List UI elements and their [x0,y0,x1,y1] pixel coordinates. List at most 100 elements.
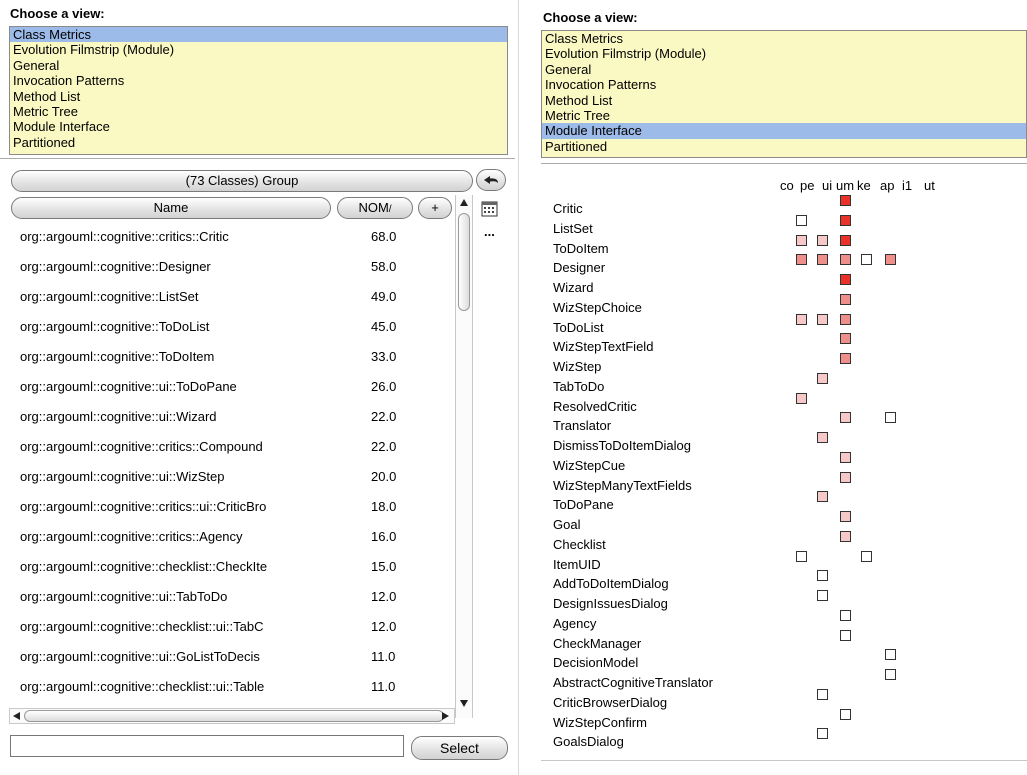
view-option[interactable]: Method List [10,89,507,104]
metric-value-cell: 16.0 [371,529,397,544]
view-option[interactable]: Invocation Patterns [10,73,507,88]
table-row[interactable]: org::argouml::cognitive::ui::Wizard 22.0 [20,402,460,432]
view-option[interactable]: Metric Tree [10,104,507,119]
view-option[interactable]: Partitioned [10,135,507,150]
more-options-icon[interactable]: ... [484,224,495,239]
matrix-row-label: CriticBrowserDialog [553,694,668,710]
metric-value-cell: 12.0 [371,619,397,634]
view-option[interactable]: Method List [542,93,1026,108]
class-name-cell: org::argouml::cognitive::ListSet [20,289,199,304]
class-name-cell: org::argouml::cognitive::ui::Wizard [20,409,217,424]
group-button[interactable]: (73 Classes) Group [11,170,473,192]
matrix-row-label: WizStepTextField [553,339,654,355]
matrix-cell [840,333,851,345]
matrix-row-label: Checklist [553,536,606,552]
table-row[interactable]: org::argouml::cognitive::critics::Agency… [20,522,460,552]
metric-value-cell: 26.0 [371,379,397,394]
view-option[interactable]: General [10,58,507,73]
metric-value-cell: 18.0 [371,499,397,514]
metric-value-cell: 33.0 [371,349,397,364]
left-view-list[interactable]: Class Metrics Evolution Filmstrip (Module… [9,26,508,155]
matrix-cell [817,491,828,503]
table-row[interactable]: org::argouml::cognitive::ui::WizStep 20.0 [20,462,460,492]
horizontal-scroll-thumb[interactable] [24,710,444,722]
matrix-cell [840,234,851,246]
table-row[interactable]: org::argouml::cognitive::checklist::ui::… [20,612,460,642]
right-bottom-line [541,760,1027,761]
table-row[interactable]: org::argouml::cognitive::ToDoItem 33.0 [20,342,460,372]
calendar-icon[interactable] [479,199,501,219]
table-row[interactable]: org::argouml::cognitive::Designer 58.0 [20,252,460,282]
view-option[interactable]: General [542,62,1026,77]
class-name-cell: org::argouml::cognitive::critics::Compou… [20,439,263,454]
matrix-row-label: WizStepChoice [553,299,642,315]
matrix-cell [840,471,851,483]
matrix-cell [840,609,851,621]
matrix-row-label: ToDoItem [553,240,609,256]
view-option[interactable]: Module Interface [10,119,507,134]
class-name-cell: org::argouml::cognitive::critics::Agency [20,529,243,544]
matrix-column-header: ut [924,178,935,193]
class-name-cell: org::argouml::cognitive::ToDoItem [20,349,215,364]
matrix-cell [885,649,896,661]
scroll-left-arrow-icon[interactable] [12,711,22,721]
matrix-column-header: ke [857,178,871,193]
metric-value-cell: 68.0 [371,229,397,244]
matrix-cell [840,511,851,522]
table-row[interactable]: org::argouml::cognitive::checklist::Chec… [20,552,460,582]
scroll-down-arrow-icon[interactable] [459,698,469,708]
table-row[interactable]: org::argouml::cognitive::checklist::ui::… [20,672,460,702]
back-button[interactable] [476,169,506,191]
right-divider [541,163,1027,164]
vertical-scrollbar[interactable] [455,195,473,718]
table-row[interactable]: org::argouml::cognitive::critics::Compou… [20,432,460,462]
left-divider [0,158,515,159]
matrix-cell [861,550,872,562]
view-option[interactable]: Evolution Filmstrip (Module) [10,42,507,57]
metric-value-cell: 12.0 [371,589,397,604]
add-column-button[interactable]: + [418,197,452,219]
view-option[interactable]: Partitioned [542,139,1026,154]
class-name-cell: org::argouml::cognitive::ui::GoListToDec… [20,649,260,664]
view-option[interactable]: Metric Tree [542,108,1026,123]
table-row[interactable]: org::argouml::cognitive::critics::ui::Cr… [20,492,460,522]
search-input[interactable] [10,735,404,757]
vertical-scroll-thumb[interactable] [458,213,470,311]
matrix-row-label: DecisionModel [553,655,639,671]
matrix-row-label: WizStep [553,359,602,374]
view-option[interactable]: Module Interface [542,123,1026,139]
table-row[interactable]: org::argouml::cognitive::ui::ToDoPane 26.… [20,372,460,402]
table-row[interactable]: org::argouml::cognitive::ui::TabToDo 12.0 [20,582,460,612]
matrix-cell [817,254,828,266]
matrix-row-label: ToDoPane [553,497,614,513]
view-option[interactable]: Evolution Filmstrip (Module) [542,46,1026,61]
table-row[interactable]: org::argouml::cognitive::ToDoList 45.0 [20,312,460,342]
matrix-cell [796,550,807,562]
name-column-header[interactable]: Name [11,197,331,219]
table-row[interactable]: org::argouml::cognitive::critics::Critic… [20,222,460,252]
view-option[interactable]: Invocation Patterns [542,77,1026,92]
matrix-row-label: WizStepManyTextFields [553,477,692,493]
class-name-cell: org::argouml::cognitive::checklist::ui::… [20,679,265,694]
scroll-up-arrow-icon[interactable] [459,198,469,208]
matrix-cell [840,313,851,325]
metric-column-header[interactable]: NOM/ [337,197,413,219]
matrix-row-label: CheckManager [553,635,642,651]
select-button[interactable]: Select [411,736,508,760]
matrix-row-label: ListSet [553,220,593,236]
matrix-column-header: um [836,178,855,193]
matrix-row-label: ResolvedCritic [553,398,637,414]
matrix-cell [840,195,851,206]
right-view-list[interactable]: Class Metrics Evolution Filmstrip (Module… [541,30,1027,158]
horizontal-scrollbar[interactable] [9,708,455,724]
view-option[interactable]: Class Metrics [10,27,507,43]
matrix-row-label: ItemUID [553,556,601,572]
panel-separator [518,0,519,775]
scroll-right-arrow-icon[interactable] [440,711,450,721]
table-row[interactable]: org::argouml::cognitive::ui::GoListToDec… [20,642,460,672]
class-name-cell: org::argouml::cognitive::ToDoList [20,319,210,334]
matrix-column-header: pe [800,178,815,193]
matrix-row-label: WizStepCue [553,457,626,473]
view-option[interactable]: Class Metrics [542,31,1026,46]
table-row[interactable]: org::argouml::cognitive::ListSet 49.0 [20,282,460,312]
